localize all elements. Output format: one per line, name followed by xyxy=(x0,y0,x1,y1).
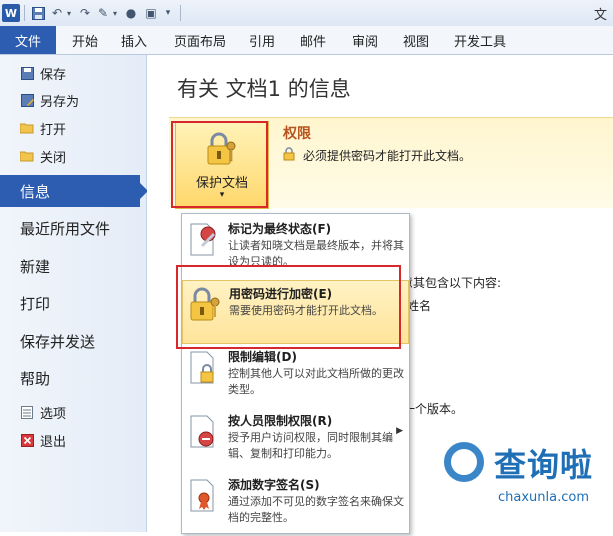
nav-new[interactable]: 新建 xyxy=(0,250,146,282)
watermark-domain: chaxunla.com xyxy=(498,490,589,505)
tab-developer[interactable]: 开发工具 xyxy=(454,26,506,54)
save-as-icon xyxy=(20,93,34,107)
nav-save-as[interactable]: 另存为 xyxy=(20,89,79,111)
save-icon xyxy=(20,66,34,80)
nav-exit-label: 退出 xyxy=(40,434,67,450)
tab-mailings[interactable]: 邮件 xyxy=(300,26,326,54)
watermark-logo: 查询啦 chaxunla.com xyxy=(438,432,608,527)
quick-print-icon[interactable]: ▣ xyxy=(144,4,158,22)
mark-final-icon xyxy=(188,222,220,258)
painter-dropdown-icon[interactable]: ▾ xyxy=(110,4,120,22)
nav-open-label: 打开 xyxy=(40,122,67,138)
nav-options[interactable]: 选项 xyxy=(20,401,66,423)
permissions-title: 权限 xyxy=(283,126,311,142)
watermark-brand: 查询啦 xyxy=(494,446,594,484)
menu-item-restrict-by-people[interactable]: 按人员限制权限(R) 授予用户访问权限，同时限制其编辑、复制和打印能力。 ▶ xyxy=(182,408,409,472)
window-title: 文 xyxy=(593,8,607,23)
nav-save-send[interactable]: 保存并发送 xyxy=(0,325,146,357)
tab-references[interactable]: 引用 xyxy=(249,26,275,54)
nav-save-as-label: 另存为 xyxy=(40,94,80,110)
customize-toolbar-icon[interactable]: ▾ xyxy=(162,4,174,22)
close-folder-icon xyxy=(20,149,34,163)
open-folder-icon xyxy=(20,121,34,135)
options-icon xyxy=(20,405,34,419)
menu-item-digital-signature[interactable]: 添加数字签名(S) 通过添加不可见的数字签名来确保文档的完整性。 xyxy=(182,472,409,536)
exit-icon xyxy=(20,433,34,447)
nav-save-label: 保存 xyxy=(40,67,67,83)
menu-item-description: 授予用户访问权限，同时限制其编辑、复制和打印能力。 xyxy=(228,431,393,460)
versions-text: 一个版本。 xyxy=(403,402,464,416)
nav-save[interactable]: 保存 xyxy=(20,62,66,84)
restrict-edit-icon xyxy=(188,350,220,386)
menu-item-title: 添加数字签名(S) xyxy=(228,478,320,492)
tab-home[interactable]: 开始 xyxy=(72,26,98,54)
restrict-people-icon xyxy=(188,414,220,450)
magnifier-icon xyxy=(444,442,484,482)
backstage-nav: 保存 另存为 打开 关闭 信息 最近所用文件 新建 打印 保存并发送 帮助 选项… xyxy=(0,55,148,532)
menu-item-description: 控制其他人可以对此文档所做的更改类型。 xyxy=(228,367,404,396)
tab-page-layout[interactable]: 页面布局 xyxy=(174,26,226,54)
menu-item-title: 按人员限制权限(R) xyxy=(228,414,333,428)
title-bar: W ↶ ▾ ↷ ✎ ▾ ● ▣ ▾ 文 xyxy=(0,0,613,27)
tab-view[interactable]: 视图 xyxy=(403,26,429,54)
format-painter-icon[interactable]: ✎ xyxy=(96,4,110,22)
tab-insert[interactable]: 插入 xyxy=(121,26,147,54)
protect-document-menu: 标记为最终状态(F) 让读者知晓文档是最终版本，并将其设为只读的。 用密码进行加… xyxy=(181,213,410,534)
divider xyxy=(24,5,25,21)
nav-close-label: 关闭 xyxy=(40,150,67,166)
tab-review[interactable]: 审阅 xyxy=(352,26,378,54)
nav-recent[interactable]: 最近所用文件 xyxy=(0,212,146,244)
highlight-box xyxy=(176,265,401,349)
record-icon[interactable]: ● xyxy=(124,4,138,22)
digital-signature-icon xyxy=(188,478,220,514)
nav-info[interactable]: 信息 xyxy=(0,175,148,207)
page-title: 有关 文档1 的信息 xyxy=(177,77,351,101)
menu-item-description: 通过添加不可见的数字签名来确保文档的完整性。 xyxy=(228,495,404,524)
menu-item-restrict-editing[interactable]: 限制编辑(D) 控制其他人可以对此文档所做的更改类型。 xyxy=(182,344,409,408)
nav-print[interactable]: 打印 xyxy=(0,287,146,319)
ribbon-tabs: 文件 开始 插入 页面布局 引用 邮件 审阅 视图 开发工具 xyxy=(0,26,613,55)
nav-close[interactable]: 关闭 xyxy=(20,145,66,167)
nav-exit[interactable]: 退出 xyxy=(20,429,66,451)
inspect-text: 姓名 xyxy=(407,299,432,313)
menu-item-title: 限制编辑(D) xyxy=(228,350,297,364)
redo-icon[interactable]: ↷ xyxy=(78,4,92,22)
menu-item-title: 标记为最终状态(F) xyxy=(228,222,332,236)
permissions-description: 必须提供密码才能打开此文档。 xyxy=(303,149,472,163)
divider xyxy=(180,5,181,21)
highlight-box xyxy=(171,121,268,208)
word-logo-icon: W xyxy=(2,4,20,22)
nav-help[interactable]: 帮助 xyxy=(0,362,146,394)
save-icon[interactable] xyxy=(30,4,46,22)
nav-open[interactable]: 打开 xyxy=(20,117,66,139)
inspect-text: 意其包含以下内容: xyxy=(401,276,502,290)
nav-options-label: 选项 xyxy=(40,406,67,422)
permission-lock-icon xyxy=(283,147,297,164)
tab-file[interactable]: 文件 xyxy=(0,26,56,54)
submenu-arrow-icon: ▶ xyxy=(396,426,403,436)
undo-dropdown-icon[interactable]: ▾ xyxy=(64,4,74,22)
undo-icon[interactable]: ↶ xyxy=(50,4,64,22)
